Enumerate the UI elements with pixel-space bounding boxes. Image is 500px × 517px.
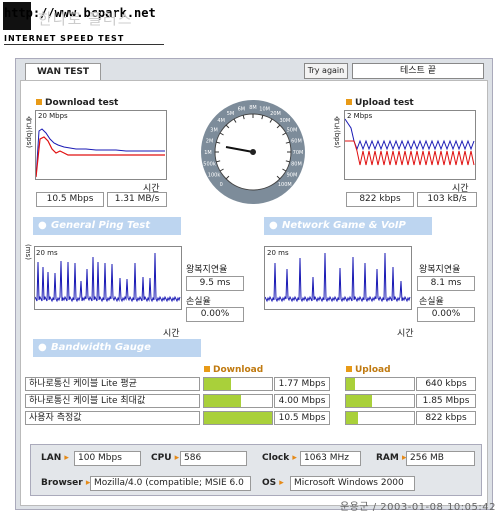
bandwidth-upload-header: Upload <box>346 365 391 375</box>
ping-series <box>34 252 181 303</box>
download-series-red <box>35 136 165 178</box>
download-title: Download test <box>36 98 118 108</box>
bandwidth-down-fill <box>204 378 231 390</box>
gauge-tick-label: 8M <box>249 105 257 111</box>
gauge-tick-label: 100k <box>208 173 221 179</box>
band-network-game: Network Game & VoIP Test <box>264 217 432 249</box>
ping-scale: 20 ms <box>36 249 58 257</box>
bandwidth-up-fill <box>346 378 355 390</box>
gauge-tick-label: 6M <box>238 107 246 113</box>
game-scale: 20 ms <box>267 249 289 257</box>
gauge-tick-label: 500k <box>203 162 216 168</box>
ping-loss-label: 손실율 <box>186 297 211 307</box>
gauge-tick-label: 30M <box>279 118 290 124</box>
band-general-ping: General Ping Test <box>33 217 181 235</box>
band-bandwidth-gauge: Bandwidth Gauge <box>33 339 201 357</box>
upload-title: Upload test <box>346 98 414 108</box>
bandwidth-row-label: 하나로통신 케이블 Lite 최대값 <box>25 394 200 408</box>
bandwidth-down-fill <box>204 412 272 424</box>
upload-kbs-value: 103 kB/s <box>417 192 477 207</box>
gauge-tick-label: 90M <box>287 173 298 179</box>
gauge-tick-label: 20M <box>270 111 281 117</box>
bandwidth-up-bar <box>345 377 415 391</box>
gauge-tick-label: 2M <box>206 138 214 144</box>
ping-x-label: 시간 <box>163 329 180 339</box>
ping-loss-value: 0.00% <box>186 307 244 322</box>
game-loss-value: 0.00% <box>417 307 475 322</box>
speed-gauge: 0 100k 500k 1M 2M 3M 4M 5M 6M 8M 10M 20M 30M 50M 60M 70… <box>192 96 314 204</box>
bandwidth-down-bar <box>203 411 273 425</box>
bandwidth-down-bar <box>203 377 273 391</box>
ping-rtt-label: 왕복지연율 <box>186 265 228 275</box>
download-scale: 20 Mbps <box>38 112 68 120</box>
gauge-tick-label: 70M <box>293 150 304 156</box>
clock-key: Clock <box>262 453 297 463</box>
bandwidth-download-header: Download <box>204 365 263 375</box>
lan-key: LAN <box>41 453 69 463</box>
gauge-tick-label: 10M <box>259 107 270 113</box>
gauge-tick-label: 4M <box>217 118 225 124</box>
page-subtitle: INTERNET SPEED TEST <box>4 34 125 43</box>
gauge-tick-label: 3M <box>210 128 218 134</box>
ram-value: 256 MB <box>406 451 475 466</box>
gauge-tick-label: 0 <box>220 182 223 188</box>
logo-text: 한나로 플러스 <box>38 10 133 28</box>
cpu-key: CPU <box>151 453 179 463</box>
os-key: OS <box>262 478 284 488</box>
bandwidth-down-value: 1.77 Mbps <box>274 377 330 391</box>
lan-value: 100 Mbps <box>74 451 141 466</box>
bandwidth-up-bar <box>345 411 415 425</box>
game-rtt-label: 왕복지연율 <box>419 265 461 275</box>
browser-key: Browser <box>41 478 90 488</box>
download-mbs-value: 1.31 MB/s <box>107 192 167 207</box>
bandwidth-down-value: 4.00 Mbps <box>274 394 330 408</box>
bandwidth-up-bar <box>345 394 415 408</box>
try-again-button[interactable]: Try again <box>304 63 348 79</box>
cpu-value: 586 <box>180 451 247 466</box>
header-divider <box>4 44 164 45</box>
upload-kbps-value: 822 kbps <box>346 192 414 207</box>
upload-scale: 2 Mbps <box>347 112 373 120</box>
gauge-tick-label: 50M <box>287 128 298 134</box>
upload-chart <box>344 110 476 180</box>
bandwidth-down-value: 10.5 Mbps <box>274 411 330 425</box>
gauge-tick-label: 1M <box>204 150 212 156</box>
download-chart-svg <box>35 128 165 178</box>
bandwidth-row-label: 사용자 측정값 <box>25 411 200 425</box>
bandwidth-up-fill <box>346 395 372 407</box>
bandwidth-row-label: 하나로통신 케이블 Lite 평균 <box>25 377 200 391</box>
footer-timestamp: 운용군 / 2003-01-08 10:05:42 <box>339 502 496 513</box>
status-field: 테스트 끝 <box>352 63 484 79</box>
game-rtt-value: 8.1 ms <box>417 276 475 291</box>
download-mbps-value: 10.5 Mbps <box>36 192 104 207</box>
ping-rtt-value: 9.5 ms <box>186 276 244 291</box>
ram-key: RAM <box>376 453 407 463</box>
bandwidth-up-value: 1.85 Mbps <box>416 394 476 408</box>
ping-y-axis: (ms) <box>24 244 32 260</box>
bandwidth-up-fill <box>346 412 358 424</box>
upload-chart-svg <box>344 118 475 166</box>
bandwidth-down-bar <box>203 394 273 408</box>
bandwidth-up-value: 640 kbps <box>416 377 476 391</box>
game-series <box>264 252 411 303</box>
speed-gauge-svg: 0 100k 500k 1M 2M 3M 4M5M6M 8M 10M20M30M 50M 60M 70… <box>201 100 305 204</box>
gauge-hub <box>250 149 256 155</box>
upload-y-axis: 속도(bps) <box>333 116 341 148</box>
gauge-tick-label: 60M <box>291 138 302 144</box>
bandwidth-down-fill <box>204 395 242 407</box>
gauge-tick-label: 80M <box>291 162 302 168</box>
clock-value: 1063 MHz <box>300 451 361 466</box>
gauge-tick-label: 100M <box>278 182 292 188</box>
browser-value: Mozilla/4.0 (compatible; MSIE 6.0 <box>90 476 251 491</box>
download-y-axis: 속도(bps) <box>25 116 33 148</box>
game-loss-label: 손실율 <box>419 297 444 307</box>
gauge-tick-label: 5M <box>227 111 235 117</box>
download-chart <box>35 110 167 180</box>
os-value: Microsoft Windows 2000 <box>290 476 415 491</box>
bandwidth-up-value: 822 kbps <box>416 411 476 425</box>
game-x-label: 시간 <box>397 329 414 339</box>
tab-wan-test[interactable]: WAN TEST <box>25 63 101 81</box>
upload-series-blue <box>344 118 475 151</box>
